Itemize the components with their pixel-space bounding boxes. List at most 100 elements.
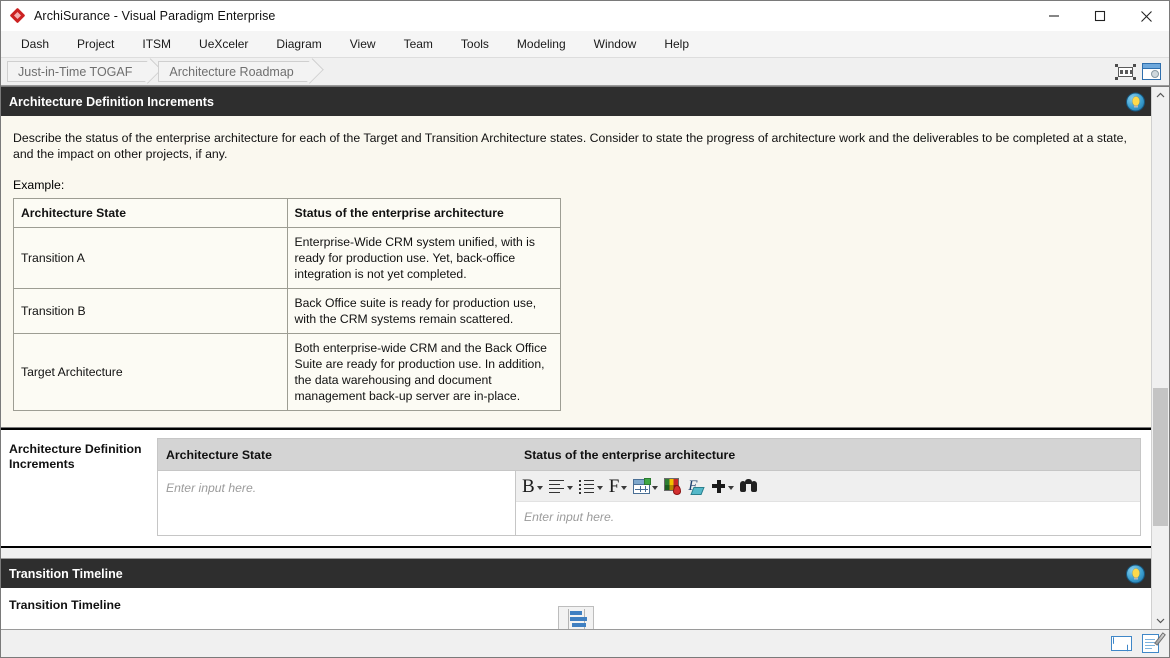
text-color-button[interactable] bbox=[662, 474, 683, 498]
menu-item-window[interactable]: Window bbox=[580, 33, 651, 55]
architecture-state-placeholder: Enter input here. bbox=[166, 481, 257, 495]
close-button[interactable] bbox=[1123, 1, 1169, 31]
chevron-down-icon[interactable] bbox=[728, 485, 735, 490]
scrollbar-track[interactable] bbox=[1152, 104, 1169, 612]
breadcrumb-tools bbox=[1115, 58, 1161, 85]
chevron-down-icon[interactable] bbox=[652, 485, 659, 490]
menu-item-modeling[interactable]: Modeling bbox=[503, 33, 580, 55]
insert-plus-button[interactable] bbox=[709, 474, 736, 498]
body-area: Architecture Definition Increments Descr… bbox=[1, 86, 1169, 629]
chevron-down-icon[interactable] bbox=[566, 485, 573, 490]
input-table-header: Architecture State Status of the enterpr… bbox=[158, 439, 1140, 471]
bold-icon: B bbox=[522, 475, 535, 497]
input-table-body: Enter input here. B F F Enter input here… bbox=[158, 471, 1140, 535]
menu-item-view[interactable]: View bbox=[336, 33, 390, 55]
insert-table-button[interactable] bbox=[631, 474, 660, 498]
section-header-architecture-definition-increments: Architecture Definition Increments bbox=[1, 87, 1151, 116]
architecture-state-input[interactable]: Enter input here. bbox=[158, 471, 516, 535]
bullet-list-icon bbox=[578, 479, 595, 494]
scrollbar-thumb[interactable] bbox=[1153, 388, 1168, 526]
paragraph-align-button[interactable] bbox=[547, 474, 575, 498]
section-title: Architecture Definition Increments bbox=[9, 94, 214, 109]
section-title: Transition Timeline bbox=[9, 566, 123, 581]
description-panel: Describe the status of the enterprise ar… bbox=[1, 116, 1151, 428]
menu-item-itsm[interactable]: ITSM bbox=[128, 33, 185, 55]
find-button[interactable] bbox=[738, 474, 759, 498]
status-input[interactable]: Enter input here. bbox=[516, 502, 1140, 532]
highlight-marker-icon: F bbox=[687, 478, 705, 495]
input-column-header-architecture-state: Architecture State bbox=[166, 447, 272, 462]
increments-input-table: Architecture State Status of the enterpr… bbox=[157, 438, 1141, 536]
minimize-button[interactable] bbox=[1031, 1, 1077, 31]
rich-text-toolbar: B F F bbox=[516, 471, 1140, 502]
mail-icon[interactable] bbox=[1111, 636, 1132, 651]
scroll-down-button[interactable] bbox=[1152, 612, 1169, 629]
form-label: Architecture Definition Increments bbox=[9, 442, 142, 471]
app-logo-icon bbox=[9, 7, 27, 25]
cell-status: Both enterprise-wide CRM and the Back Of… bbox=[286, 333, 561, 411]
note-edit-icon[interactable] bbox=[1142, 632, 1166, 653]
cell-state: Transition A bbox=[13, 227, 288, 289]
text-color-icon bbox=[664, 478, 682, 495]
hint-bulb-icon[interactable] bbox=[1126, 564, 1145, 583]
status-input-cell: B F F Enter input here. bbox=[516, 471, 1140, 535]
insert-table-icon bbox=[633, 477, 652, 494]
panel-gap bbox=[1, 548, 1151, 559]
table-header-row: Architecture State Status of the enterpr… bbox=[13, 198, 561, 228]
chevron-down-icon[interactable] bbox=[596, 485, 603, 490]
cell-state: Target Architecture bbox=[13, 333, 288, 411]
table-row: Target Architecture Both enterprise-wide… bbox=[13, 333, 561, 411]
table-row: Transition B Back Office suite is ready … bbox=[13, 288, 561, 334]
gantt-chart-icon bbox=[558, 606, 594, 629]
example-label: Example: bbox=[13, 178, 65, 192]
menu-item-team[interactable]: Team bbox=[390, 33, 447, 55]
menu-item-uexceler[interactable]: UeXceler bbox=[185, 33, 262, 55]
breadcrumb-item-just-in-time-togaf[interactable]: Just-in-Time TOGAF bbox=[7, 61, 149, 82]
status-placeholder: Enter input here. bbox=[524, 510, 615, 524]
column-header-status: Status of the enterprise architecture bbox=[286, 198, 561, 228]
menu-item-diagram[interactable]: Diagram bbox=[262, 33, 335, 55]
maximize-button[interactable] bbox=[1077, 1, 1123, 31]
input-column-header-status: Status of the enterprise architecture bbox=[524, 447, 736, 462]
breadcrumb: Just-in-Time TOGAF Architecture Roadmap bbox=[1, 58, 1169, 86]
insert-plus-icon bbox=[711, 479, 726, 494]
align-distribute-icon[interactable] bbox=[1115, 63, 1136, 80]
chevron-down-icon[interactable] bbox=[621, 485, 628, 490]
bold-button[interactable]: B bbox=[520, 474, 545, 498]
font-icon: F bbox=[608, 475, 620, 497]
section-header-transition-timeline: Transition Timeline bbox=[1, 559, 1151, 588]
content-area: Architecture Definition Increments Descr… bbox=[1, 87, 1151, 629]
scroll-up-button[interactable] bbox=[1152, 87, 1169, 104]
menu-item-project[interactable]: Project bbox=[63, 33, 128, 55]
title-bar: ArchiSurance - Visual Paradigm Enterpris… bbox=[1, 1, 1169, 31]
status-bar bbox=[1, 629, 1169, 657]
increments-form-panel: Architecture Definition Increments Archi… bbox=[1, 428, 1151, 548]
menu-item-help[interactable]: Help bbox=[650, 33, 703, 55]
cell-status: Enterprise-Wide CRM system unified, with… bbox=[286, 227, 561, 289]
description-text: Describe the status of the enterprise ar… bbox=[13, 131, 1127, 161]
bullet-list-button[interactable] bbox=[577, 474, 605, 498]
create-timeline-button[interactable]: Create bbox=[536, 606, 616, 629]
window-controls bbox=[1031, 1, 1169, 31]
menu-item-tools[interactable]: Tools bbox=[447, 33, 503, 55]
application-window: ArchiSurance - Visual Paradigm Enterpris… bbox=[0, 0, 1170, 658]
menu-bar: Dash Project ITSM UeXceler Diagram View … bbox=[1, 31, 1169, 58]
find-binoculars-icon bbox=[740, 479, 758, 493]
table-row: Transition A Enterprise-Wide CRM system … bbox=[13, 227, 561, 289]
window-properties-icon[interactable] bbox=[1142, 63, 1161, 80]
window-title: ArchiSurance - Visual Paradigm Enterpris… bbox=[34, 9, 276, 23]
example-table: Architecture State Status of the enterpr… bbox=[13, 198, 561, 411]
menu-item-dash[interactable]: Dash bbox=[7, 33, 63, 55]
paragraph-align-icon bbox=[548, 479, 565, 494]
chevron-down-icon[interactable] bbox=[536, 485, 543, 490]
create-area: Create bbox=[1, 606, 1151, 629]
cell-status: Back Office suite is ready for productio… bbox=[286, 288, 561, 334]
transition-timeline-panel: Transition Timeline Create bbox=[1, 588, 1151, 629]
font-button[interactable]: F bbox=[607, 474, 630, 498]
column-header-architecture-state: Architecture State bbox=[13, 198, 288, 228]
vertical-scrollbar[interactable] bbox=[1151, 87, 1169, 629]
cell-state: Transition B bbox=[13, 288, 288, 334]
highlight-marker-button[interactable]: F bbox=[685, 474, 707, 498]
breadcrumb-item-architecture-roadmap[interactable]: Architecture Roadmap bbox=[158, 61, 310, 82]
hint-bulb-icon[interactable] bbox=[1126, 92, 1145, 111]
